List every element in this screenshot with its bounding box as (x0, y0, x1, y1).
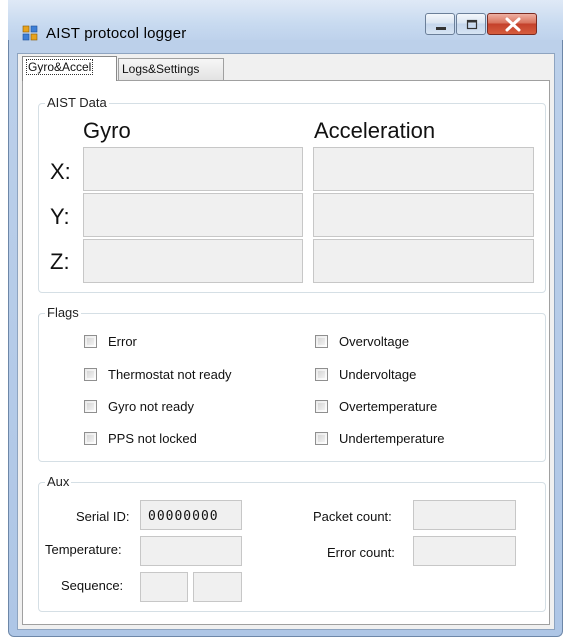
error-count-field[interactable] (413, 536, 516, 566)
serial-id-field[interactable]: 00000000 (140, 500, 242, 530)
gyro-z-field[interactable] (83, 239, 303, 283)
axis-x-label: X: (50, 159, 71, 184)
undertemperature-checkbox[interactable] (315, 432, 328, 445)
pps-not-locked-checkbox[interactable] (84, 432, 97, 445)
acceleration-header: Acceleration (314, 118, 436, 143)
pps-not-locked-label: PPS not locked (108, 431, 197, 446)
flags-group-label: Flags (45, 305, 81, 320)
gyro-not-ready-label: Gyro not ready (108, 399, 194, 414)
sequence-field-2[interactable] (193, 572, 242, 602)
error-count-label: Error count: (327, 545, 395, 560)
accel-y-field[interactable] (313, 193, 534, 237)
sequence-field-1[interactable] (140, 572, 188, 602)
sequence-label: Sequence: (61, 578, 124, 593)
packet-count-label: Packet count: (313, 509, 392, 524)
error-checkbox[interactable] (84, 335, 97, 348)
gyro-not-ready-checkbox[interactable] (84, 400, 97, 413)
axis-y-label: Y: (50, 204, 70, 229)
tab-label: Logs&Settings (122, 62, 200, 76)
undertemperature-label: Undertemperature (339, 431, 445, 446)
maximize-icon (466, 19, 478, 30)
minimize-button[interactable] (425, 13, 455, 35)
close-button[interactable] (487, 13, 537, 35)
tab-logs-settings[interactable]: Logs&Settings (118, 58, 224, 80)
tab-gyro-accel[interactable]: Gyro&Accel (22, 56, 117, 81)
aist-data-group-label: AIST Data (45, 95, 109, 110)
packet-count-field[interactable] (413, 500, 516, 530)
overtemperature-checkbox[interactable] (315, 400, 328, 413)
temperature-label: Temperature: (45, 542, 122, 557)
gyro-header: Gyro (83, 118, 131, 143)
overvoltage-checkbox[interactable] (315, 335, 328, 348)
gyro-y-field[interactable] (83, 193, 303, 237)
overvoltage-label: Overvoltage (339, 334, 410, 349)
accel-z-field[interactable] (313, 239, 534, 283)
error-label: Error (108, 334, 137, 349)
serial-id-label: Serial ID: (76, 509, 130, 524)
undervoltage-label: Undervoltage (339, 367, 417, 382)
window-title: AIST protocol logger (46, 25, 187, 42)
undervoltage-checkbox[interactable] (315, 368, 328, 381)
axis-z-label: Z: (50, 249, 70, 274)
temperature-field[interactable] (140, 536, 242, 566)
aux-group-label: Aux (45, 474, 72, 489)
tab-label: Gyro&Accel (26, 59, 94, 75)
gyro-x-field[interactable] (83, 147, 303, 191)
close-icon (505, 17, 521, 32)
thermostat-not-ready-label: Thermostat not ready (108, 367, 232, 382)
overtemperature-label: Overtemperature (339, 399, 438, 414)
accel-x-field[interactable] (313, 147, 534, 191)
app-icon[interactable] (22, 25, 38, 41)
minimize-icon (436, 27, 446, 30)
maximize-button[interactable] (456, 13, 486, 35)
thermostat-not-ready-checkbox[interactable] (84, 368, 97, 381)
